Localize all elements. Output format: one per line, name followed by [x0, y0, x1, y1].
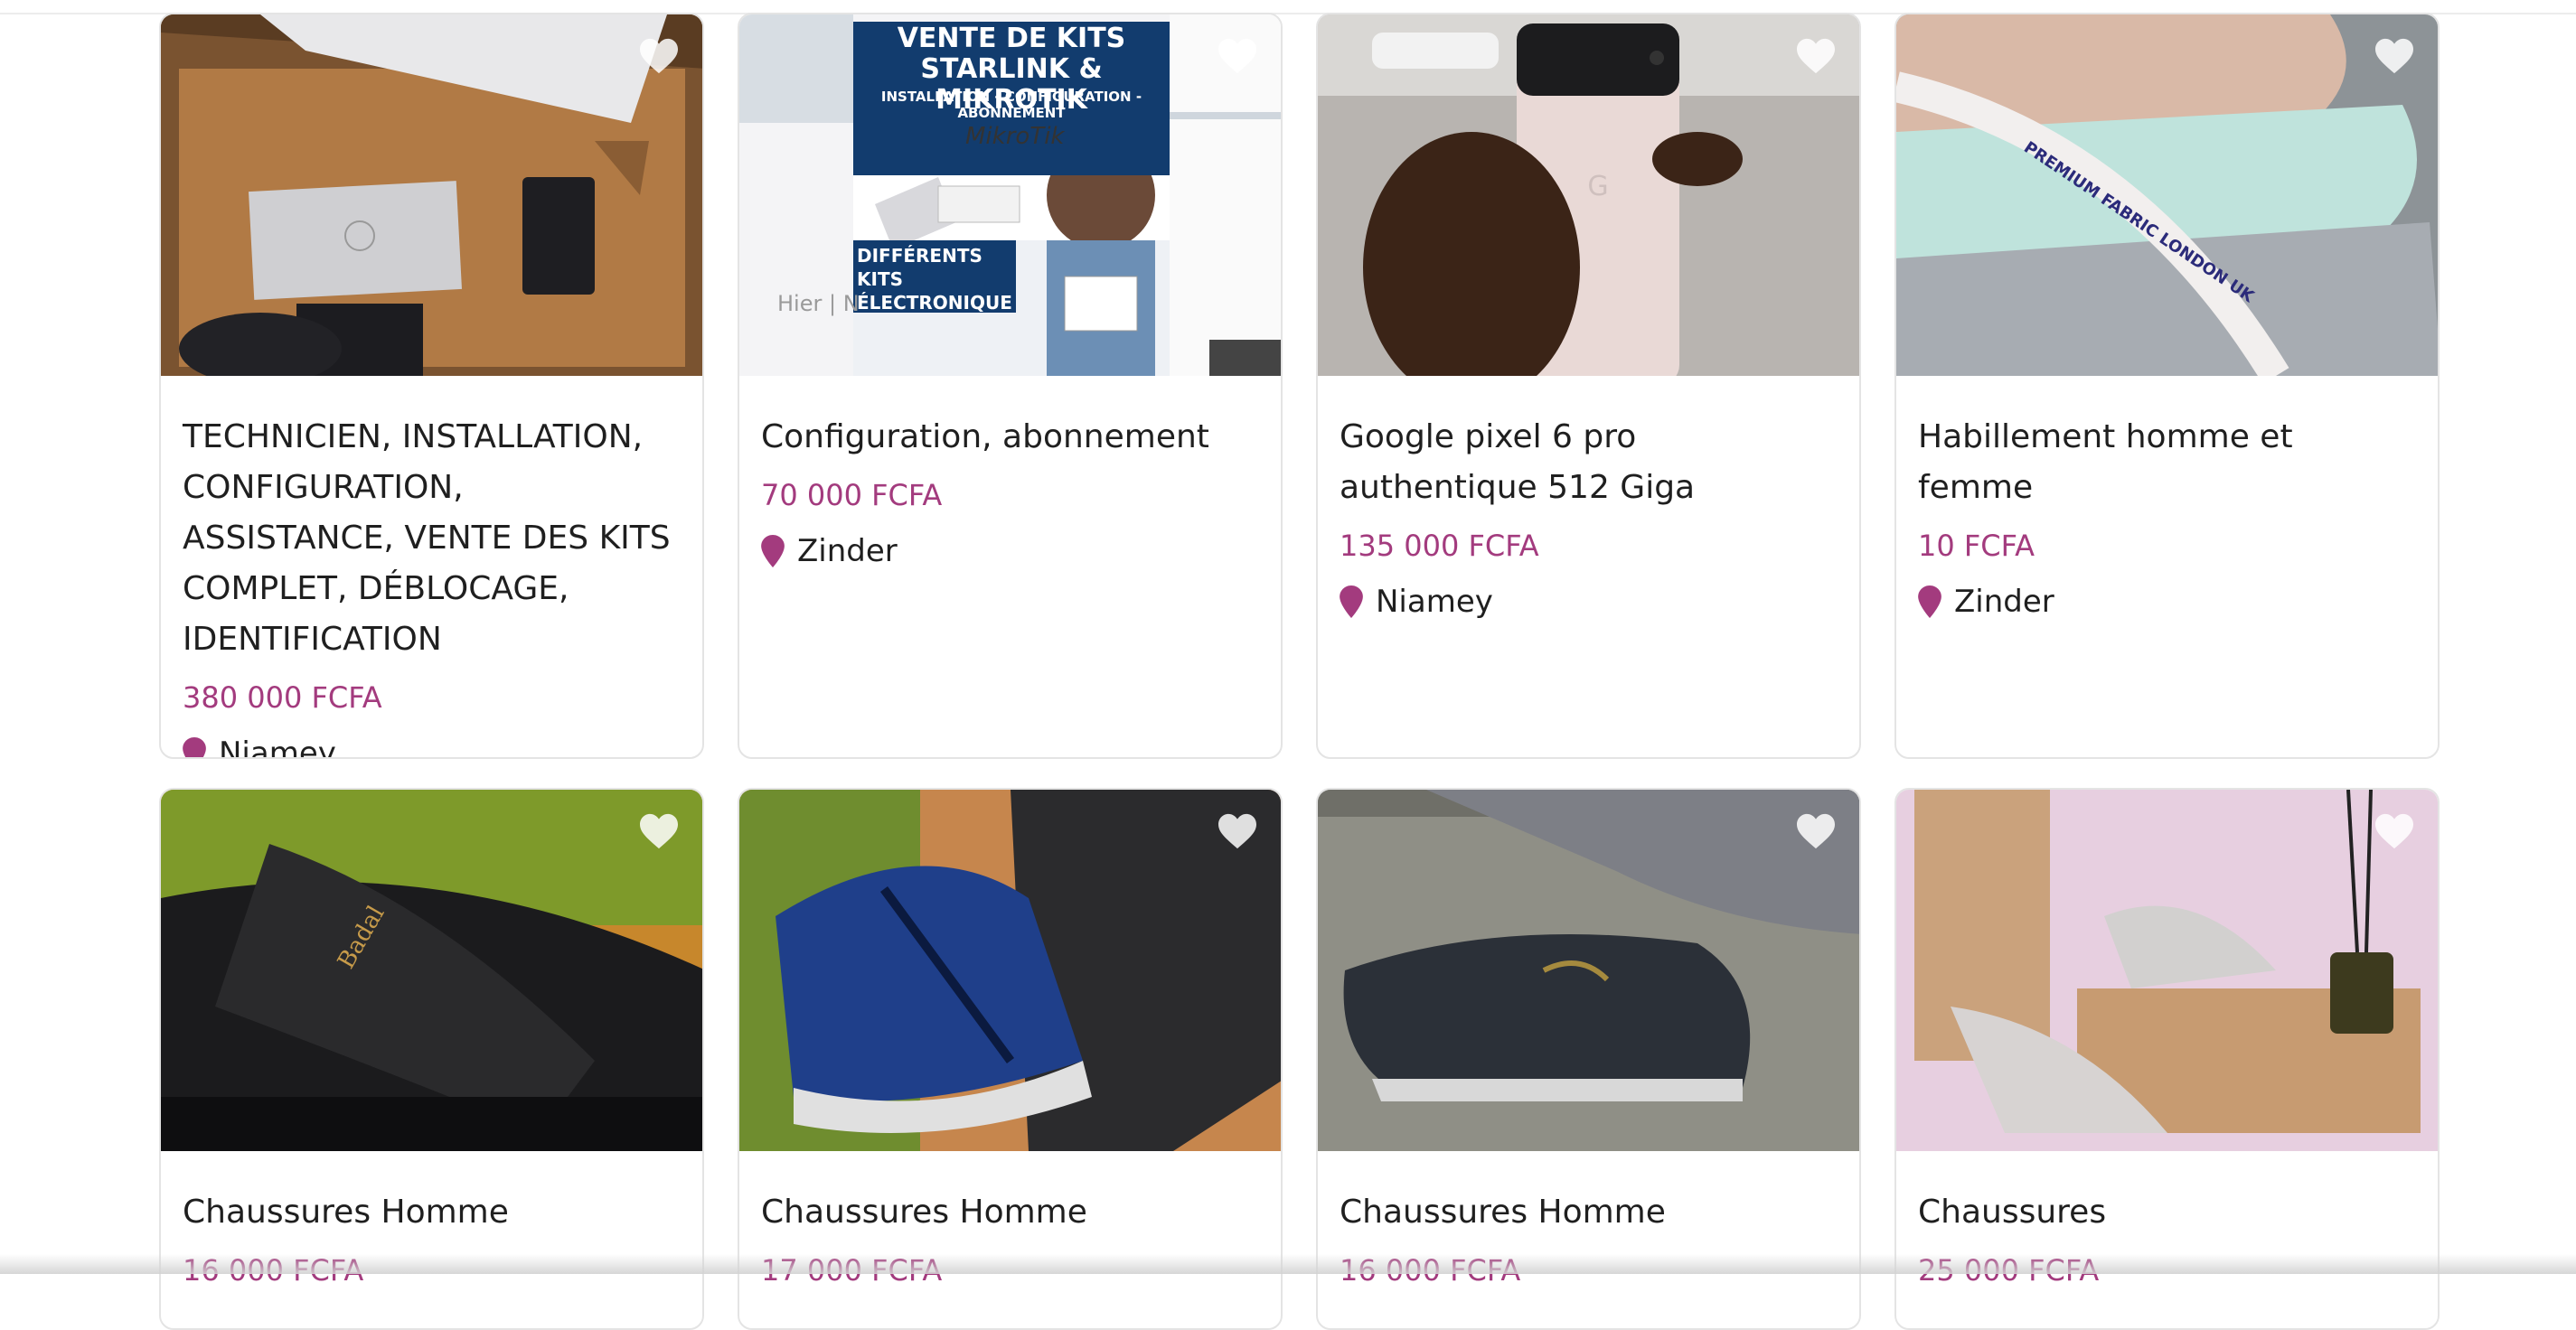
listing-title[interactable]: Habillement homme et femme	[1918, 412, 2416, 513]
favorite-button[interactable]	[1792, 34, 1839, 78]
svg-text:G: G	[1587, 171, 1608, 202]
listing-title[interactable]: Google pixel 6 pro authentique 512 Giga	[1340, 412, 1838, 513]
listing-image[interactable]	[161, 14, 702, 376]
listing-price: 70 000 FCFA	[761, 478, 943, 512]
listing-card[interactable]: Chaussures 25 000 FCFA	[1894, 788, 2440, 1330]
listing-image[interactable]	[739, 790, 1281, 1151]
location-label: Niamey	[1376, 584, 1493, 620]
listing-price: 135 000 FCFA	[1340, 529, 1539, 563]
favorite-button[interactable]	[2371, 810, 2418, 853]
favorite-button[interactable]	[635, 810, 682, 853]
favorite-button[interactable]	[1214, 810, 1261, 853]
listing-image[interactable]: PREMIUM FABRIC LONDON UK	[1896, 14, 2438, 376]
listing-title[interactable]: Chaussures Homme	[761, 1187, 1259, 1238]
listing-image[interactable]: Badal	[161, 790, 702, 1151]
ad-subline: INSTALLATION - CONFIGURATION - ABONNEMEN…	[880, 89, 1142, 121]
ad-brand: MikroTik	[965, 123, 1065, 150]
heart-icon	[1797, 38, 1835, 74]
favorite-button[interactable]	[635, 34, 682, 78]
listing-image[interactable]: VENTE DE KITS STARLINK & MIKROTIK INSTAL…	[739, 14, 1281, 376]
listing-location: Zinder	[761, 533, 1259, 569]
listing-location: Niamey	[183, 735, 681, 759]
map-pin-icon	[1340, 585, 1363, 618]
listing-price: 380 000 FCFA	[183, 680, 382, 715]
listing-card[interactable]: PREMIUM FABRIC LONDON UK Habillement hom…	[1894, 13, 2440, 759]
listing-location: Zinder	[1918, 584, 2416, 620]
heart-icon	[640, 38, 678, 74]
favorite-button[interactable]	[2371, 34, 2418, 78]
listing-card[interactable]: G Google pixel 6 pro authentique 512 Gig…	[1316, 13, 1861, 759]
heart-icon	[1218, 813, 1256, 849]
listing-image[interactable]	[1896, 790, 2438, 1151]
heart-icon	[1218, 38, 1256, 74]
heart-icon	[2375, 813, 2413, 849]
favorite-button[interactable]	[1792, 810, 1839, 853]
location-label: Niamey	[219, 735, 336, 759]
bottom-fade	[0, 1254, 2576, 1274]
listing-card[interactable]: Badal Chaussures Homme 16 000 FCFA	[159, 788, 704, 1330]
listing-grid: TECHNICIEN, INSTALLATION, CONFIGURATION,…	[0, 0, 2576, 1330]
favorite-button[interactable]	[1214, 34, 1261, 78]
listing-card[interactable]: Chaussures Homme 17 000 FCFA	[738, 788, 1283, 1330]
map-pin-icon	[1918, 585, 1941, 618]
ad-kits-text: DIFFÉRENTS KITS ÉLECTRONIQUE	[857, 245, 1012, 314]
listing-image[interactable]	[1318, 790, 1859, 1151]
listing-title[interactable]: Chaussures Homme	[1340, 1187, 1838, 1238]
ad-hier-text: Hier | N	[777, 291, 860, 316]
listing-image[interactable]: G	[1318, 14, 1859, 376]
listing-title[interactable]: Configuration, abonnement	[761, 412, 1259, 463]
heart-icon	[1797, 813, 1835, 849]
heart-icon	[2375, 38, 2413, 74]
listing-card[interactable]: Chaussures Homme 16 000 FCFA	[1316, 788, 1861, 1330]
heart-icon	[640, 813, 678, 849]
listing-title[interactable]: Chaussures	[1918, 1187, 2416, 1238]
listing-card[interactable]: VENTE DE KITS STARLINK & MIKROTIK INSTAL…	[738, 13, 1283, 759]
location-label: Zinder	[1954, 584, 2054, 620]
location-label: Zinder	[797, 533, 898, 569]
listing-price: 10 FCFA	[1918, 529, 2035, 563]
listing-title[interactable]: Chaussures Homme	[183, 1187, 681, 1238]
listing-location: Niamey	[1340, 584, 1838, 620]
listing-title[interactable]: TECHNICIEN, INSTALLATION, CONFIGURATION,…	[183, 412, 681, 665]
map-pin-icon	[761, 535, 785, 567]
listing-card[interactable]: TECHNICIEN, INSTALLATION, CONFIGURATION,…	[159, 13, 704, 759]
map-pin-icon	[183, 737, 206, 757]
